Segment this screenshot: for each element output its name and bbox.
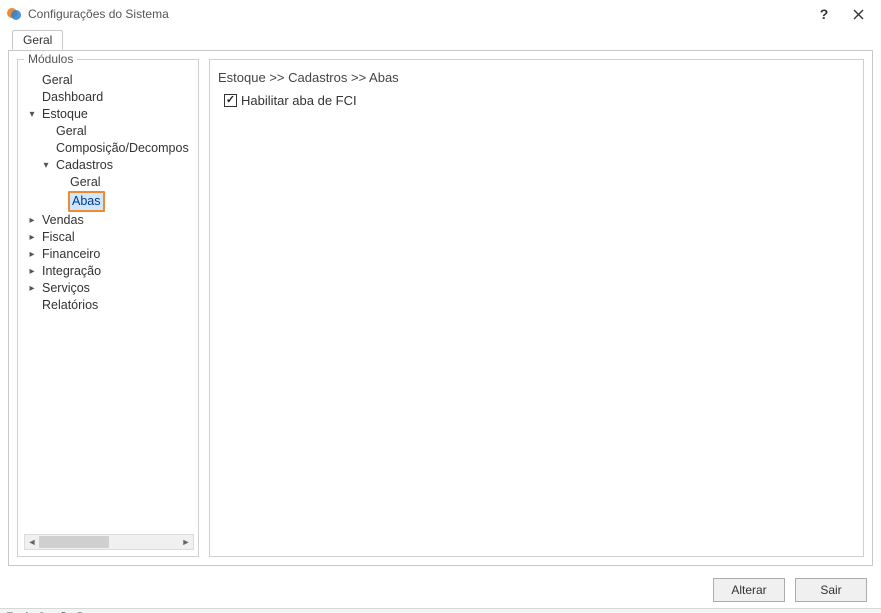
tree-item-estoque-geral[interactable]: Geral	[54, 123, 89, 140]
chevron-down-icon[interactable]: ▾	[26, 109, 38, 121]
tree-item-dashboard[interactable]: Dashboard	[40, 89, 105, 106]
sair-button[interactable]: Sair	[795, 578, 867, 602]
chevron-right-icon[interactable]: ▸	[26, 249, 38, 261]
detail-panel: Estoque >> Cadastros >> Abas Habilitar a…	[209, 59, 864, 557]
dialog-buttons: Alterar Sair	[0, 574, 881, 608]
tree-item-vendas[interactable]: Vendas	[40, 212, 86, 229]
tree-item-servicos[interactable]: Serviços	[40, 280, 92, 297]
tree-item-estoque[interactable]: Estoque	[40, 106, 90, 123]
tree-item-cadastros-abas[interactable]: Abas	[68, 191, 105, 212]
tree-item-financeiro[interactable]: Financeiro	[40, 246, 102, 263]
chevron-right-icon[interactable]: ▸	[26, 266, 38, 278]
modules-tree[interactable]: ▸Geral ▸Dashboard ▾Estoque ▸Geral ▸Compo…	[24, 70, 198, 530]
modules-panel: Módulos ▸Geral ▸Dashboard ▾Estoque ▸Gera…	[17, 59, 199, 557]
tree-item-estoque-compdecomp[interactable]: Composição/Decompos	[54, 140, 191, 157]
tab-strip: Geral	[0, 28, 881, 50]
tab-geral[interactable]: Geral	[12, 30, 63, 50]
status-bar: Eagle Gestão ®	[0, 608, 881, 613]
chevron-right-icon[interactable]: ▸	[26, 283, 38, 295]
tree-item-geral[interactable]: Geral	[40, 72, 75, 89]
breadcrumb: Estoque >> Cadastros >> Abas	[216, 70, 863, 93]
checkbox-label: Habilitar aba de FCI	[241, 93, 357, 108]
tree-item-cadastros-geral[interactable]: Geral	[68, 174, 103, 191]
close-button[interactable]	[841, 2, 875, 26]
tree-item-integracao[interactable]: Integração	[40, 263, 103, 280]
help-button[interactable]: ?	[807, 2, 841, 26]
chevron-down-icon[interactable]: ▾	[40, 160, 52, 172]
scroll-left-icon[interactable]: ◄	[25, 535, 39, 549]
checkbox-icon[interactable]	[224, 94, 237, 107]
tree-item-estoque-cadastros[interactable]: Cadastros	[54, 157, 115, 174]
horizontal-scrollbar[interactable]: ◄ ►	[24, 534, 194, 550]
chevron-right-icon[interactable]: ▸	[26, 232, 38, 244]
tab-content: Módulos ▸Geral ▸Dashboard ▾Estoque ▸Gera…	[8, 50, 873, 566]
titlebar: Configurações do Sistema ?	[0, 0, 881, 28]
alterar-button[interactable]: Alterar	[713, 578, 785, 602]
modules-title: Módulos	[24, 52, 77, 66]
scroll-right-icon[interactable]: ►	[179, 535, 193, 549]
scroll-thumb[interactable]	[39, 536, 109, 548]
tree-item-relatorios[interactable]: Relatórios	[40, 297, 100, 314]
window-title: Configurações do Sistema	[28, 7, 807, 21]
tree-item-fiscal[interactable]: Fiscal	[40, 229, 77, 246]
app-icon	[6, 6, 22, 22]
chevron-right-icon[interactable]: ▸	[26, 215, 38, 227]
checkbox-habilitar-fci[interactable]: Habilitar aba de FCI	[216, 93, 863, 108]
